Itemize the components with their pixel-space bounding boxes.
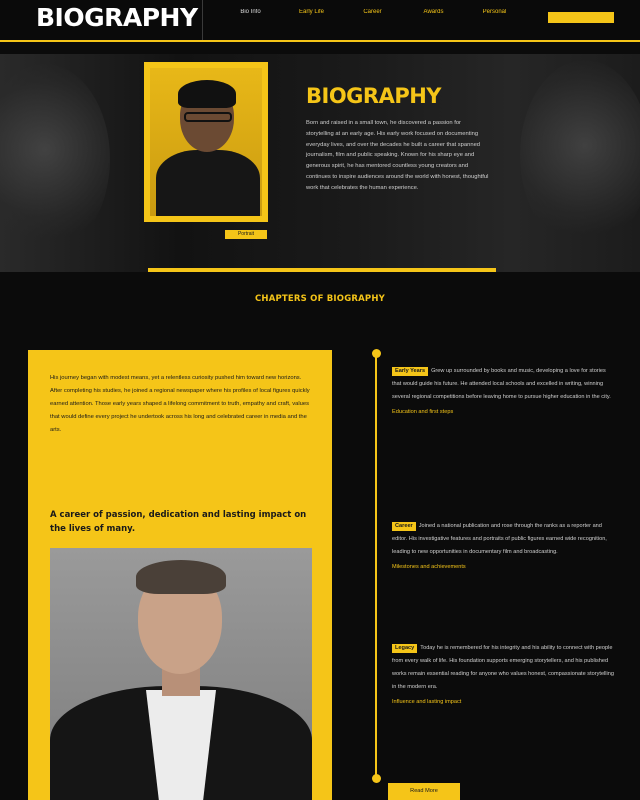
timeline-text: Today he is remembered for his integrity… (392, 645, 615, 690)
nav-link-awards[interactable]: Awards (403, 9, 464, 15)
card-quote: A career of passion, dedication and last… (50, 510, 307, 534)
timeline-line (375, 354, 377, 780)
timeline-label: Early Years (392, 367, 429, 376)
hero-portrait-caption: Portrait (225, 230, 267, 239)
nav-link-career[interactable]: Career (342, 9, 403, 15)
read-more-button[interactable]: Read More (388, 783, 460, 800)
site-logo[interactable]: BIOGRAPHY (36, 3, 198, 32)
card-body-text: His journey began with modest means, yet… (50, 375, 310, 433)
hero-accent-bar (148, 268, 496, 272)
timeline-note: Milestones and achievements (392, 564, 466, 570)
timeline-dot-bottom (372, 774, 381, 783)
hero-background-face-left (0, 64, 110, 254)
biography-card: His journey began with modest means, yet… (28, 350, 332, 800)
hero-title: BIOGRAPHY (306, 84, 442, 108)
nav-link-bio-info[interactable]: Bio Info (220, 9, 281, 15)
timeline-entry-early-years: Early Years Grew up surrounded by books a… (392, 365, 614, 419)
nav-links: Bio Info Early Life Career Awards Person… (220, 9, 525, 15)
hero-background-face-right (520, 60, 640, 250)
timeline-note: Education and first steps (392, 409, 454, 415)
card-portrait-image (50, 548, 312, 800)
hero-portrait-frame (144, 62, 268, 222)
glasses-icon (184, 112, 232, 122)
timeline-dot-top (372, 349, 381, 358)
top-nav: BIOGRAPHY Bio Info Early Life Career Awa… (0, 0, 640, 42)
timeline-note: Influence and lasting impact (392, 699, 462, 705)
timeline-entry-legacy: Legacy Today he is remembered for his int… (392, 642, 614, 709)
nav-link-early-life[interactable]: Early Life (281, 9, 342, 15)
timeline-label: Legacy (392, 644, 418, 653)
hero-portrait-image (150, 68, 262, 216)
timeline-entry-career: Career Joined a national publication and … (392, 520, 614, 574)
timeline-label: Career (392, 522, 416, 531)
timeline-text: Joined a national publication and rose t… (392, 523, 607, 555)
nav-contact-button[interactable] (548, 12, 614, 23)
nav-link-personal[interactable]: Personal (464, 9, 525, 15)
hero-description: Born and raised in a small town, he disc… (306, 120, 489, 191)
nav-divider (202, 0, 203, 40)
section-heading: CHAPTERS OF BIOGRAPHY (254, 294, 386, 304)
hero-section: Portrait BIOGRAPHY Born and raised in a … (0, 54, 640, 272)
